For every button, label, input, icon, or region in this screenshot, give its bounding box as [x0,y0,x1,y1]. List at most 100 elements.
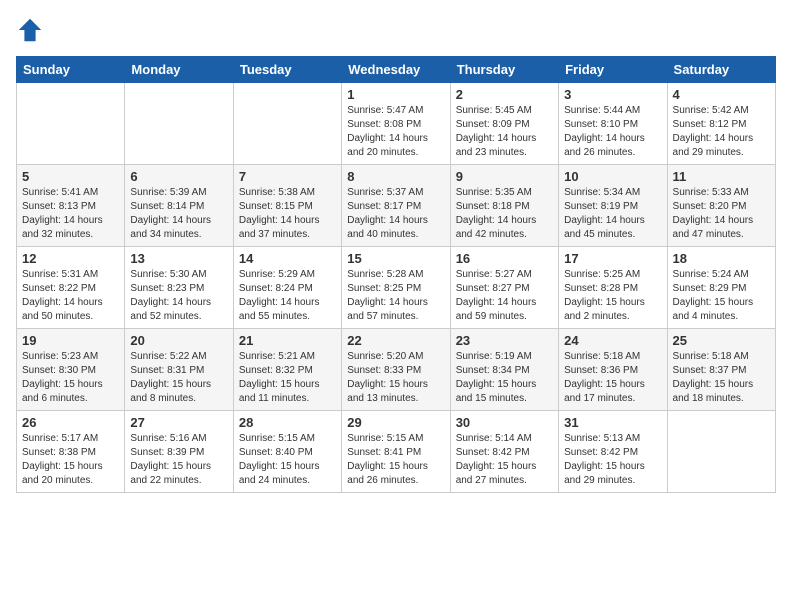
day-info: Sunrise: 5:20 AM Sunset: 8:33 PM Dayligh… [347,350,444,406]
day-number: 2 [456,87,553,102]
day-info: Sunrise: 5:47 AM Sunset: 8:08 PM Dayligh… [347,104,444,160]
day-cell: 3 Sunrise: 5:44 AM Sunset: 8:10 PM Daylig… [559,83,667,165]
day-cell: 26 Sunrise: 5:17 AM Sunset: 8:38 PM Dayli… [17,411,125,493]
day-info: Sunrise: 5:17 AM Sunset: 8:38 PM Dayligh… [22,432,119,488]
weekday-header-tuesday: Tuesday [233,57,341,83]
weekday-header-saturday: Saturday [667,57,775,83]
day-number: 16 [456,251,553,266]
day-cell: 8 Sunrise: 5:37 AM Sunset: 8:17 PM Daylig… [342,165,450,247]
day-cell: 14Sunrise: 5:29 AM Sunset: 8:24 PM Dayli… [233,247,341,329]
day-info: Sunrise: 5:19 AM Sunset: 8:34 PM Dayligh… [456,350,553,406]
day-cell: 30 Sunrise: 5:14 AM Sunset: 8:42 PM Dayli… [450,411,558,493]
day-number: 4 [673,87,770,102]
day-number: 15 [347,251,444,266]
day-info: Sunrise: 5:16 AM Sunset: 8:39 PM Dayligh… [130,432,227,488]
week-row-5: 26 Sunrise: 5:17 AM Sunset: 8:38 PM Dayli… [17,411,776,493]
day-info: Sunrise: 5:38 AM Sunset: 8:15 PM Dayligh… [239,186,336,242]
weekday-header-wednesday: Wednesday [342,57,450,83]
day-info: Sunrise: 5:18 AM Sunset: 8:37 PM Dayligh… [673,350,770,406]
day-number: 29 [347,415,444,430]
day-cell: 24 Sunrise: 5:18 AM Sunset: 8:36 PM Dayli… [559,329,667,411]
day-number: 12 [22,251,119,266]
calendar-header [16,16,776,44]
day-number: 7 [239,169,336,184]
day-cell: 12 Sunrise: 5:31 AM Sunset: 8:22 PM Dayli… [17,247,125,329]
day-number: 14 [239,251,336,266]
day-number: 22 [347,333,444,348]
day-cell: 15 Sunrise: 5:28 AM Sunset: 8:25 PM Dayli… [342,247,450,329]
week-row-3: 12 Sunrise: 5:31 AM Sunset: 8:22 PM Dayli… [17,247,776,329]
day-number: 24 [564,333,661,348]
day-info: Sunrise: 5:33 AM Sunset: 8:20 PM Dayligh… [673,186,770,242]
weekday-header-monday: Monday [125,57,233,83]
day-cell: 28 Sunrise: 5:15 AM Sunset: 8:40 PM Dayli… [233,411,341,493]
day-info: Sunrise: 5:21 AM Sunset: 8:32 PM Dayligh… [239,350,336,406]
day-cell: 19 Sunrise: 5:23 AM Sunset: 8:30 PM Dayli… [17,329,125,411]
day-number: 20 [130,333,227,348]
day-info: Sunrise: 5:37 AM Sunset: 8:17 PM Dayligh… [347,186,444,242]
day-cell: 7 Sunrise: 5:38 AM Sunset: 8:15 PM Daylig… [233,165,341,247]
day-number: 30 [456,415,553,430]
weekday-header-thursday: Thursday [450,57,558,83]
day-cell: 23 Sunrise: 5:19 AM Sunset: 8:34 PM Dayli… [450,329,558,411]
day-number: 3 [564,87,661,102]
day-info: Sunrise: 5:27 AM Sunset: 8:27 PM Dayligh… [456,268,553,324]
day-cell: 10Sunrise: 5:34 AM Sunset: 8:19 PM Dayli… [559,165,667,247]
day-number: 9 [456,169,553,184]
week-row-1: 1 Sunrise: 5:47 AM Sunset: 8:08 PM Daylig… [17,83,776,165]
day-cell: 5 Sunrise: 5:41 AM Sunset: 8:13 PM Daylig… [17,165,125,247]
day-cell [17,83,125,165]
day-cell: 17 Sunrise: 5:25 AM Sunset: 8:28 PM Dayli… [559,247,667,329]
day-info: Sunrise: 5:30 AM Sunset: 8:23 PM Dayligh… [130,268,227,324]
day-info: Sunrise: 5:18 AM Sunset: 8:36 PM Dayligh… [564,350,661,406]
day-number: 11 [673,169,770,184]
day-number: 31 [564,415,661,430]
day-cell: 18Sunrise: 5:24 AM Sunset: 8:29 PM Dayli… [667,247,775,329]
day-cell: 1 Sunrise: 5:47 AM Sunset: 8:08 PM Daylig… [342,83,450,165]
logo-icon [16,16,44,44]
day-cell: 21Sunrise: 5:21 AM Sunset: 8:32 PM Dayli… [233,329,341,411]
day-info: Sunrise: 5:34 AM Sunset: 8:19 PM Dayligh… [564,186,661,242]
day-cell: 4 Sunrise: 5:42 AM Sunset: 8:12 PM Daylig… [667,83,775,165]
weekday-header-sunday: Sunday [17,57,125,83]
day-info: Sunrise: 5:23 AM Sunset: 8:30 PM Dayligh… [22,350,119,406]
day-info: Sunrise: 5:15 AM Sunset: 8:41 PM Dayligh… [347,432,444,488]
day-cell: 2Sunrise: 5:45 AM Sunset: 8:09 PM Daylig… [450,83,558,165]
day-number: 27 [130,415,227,430]
day-cell: 13Sunrise: 5:30 AM Sunset: 8:23 PM Dayli… [125,247,233,329]
calendar-container: SundayMondayTuesdayWednesdayThursdayFrid… [0,0,792,501]
day-cell: 6Sunrise: 5:39 AM Sunset: 8:14 PM Daylig… [125,165,233,247]
day-number: 5 [22,169,119,184]
day-cell [667,411,775,493]
day-cell [125,83,233,165]
day-info: Sunrise: 5:14 AM Sunset: 8:42 PM Dayligh… [456,432,553,488]
day-cell: 25 Sunrise: 5:18 AM Sunset: 8:37 PM Dayli… [667,329,775,411]
day-number: 17 [564,251,661,266]
day-number: 19 [22,333,119,348]
day-number: 1 [347,87,444,102]
day-number: 25 [673,333,770,348]
day-info: Sunrise: 5:44 AM Sunset: 8:10 PM Dayligh… [564,104,661,160]
day-cell: 20Sunrise: 5:22 AM Sunset: 8:31 PM Dayli… [125,329,233,411]
day-number: 26 [22,415,119,430]
day-info: Sunrise: 5:42 AM Sunset: 8:12 PM Dayligh… [673,104,770,160]
day-info: Sunrise: 5:15 AM Sunset: 8:40 PM Dayligh… [239,432,336,488]
day-number: 28 [239,415,336,430]
day-number: 18 [673,251,770,266]
day-info: Sunrise: 5:25 AM Sunset: 8:28 PM Dayligh… [564,268,661,324]
day-number: 8 [347,169,444,184]
day-info: Sunrise: 5:31 AM Sunset: 8:22 PM Dayligh… [22,268,119,324]
day-cell: 9 Sunrise: 5:35 AM Sunset: 8:18 PM Daylig… [450,165,558,247]
day-cell: 29 Sunrise: 5:15 AM Sunset: 8:41 PM Dayli… [342,411,450,493]
day-cell: 16 Sunrise: 5:27 AM Sunset: 8:27 PM Dayli… [450,247,558,329]
day-info: Sunrise: 5:39 AM Sunset: 8:14 PM Dayligh… [130,186,227,242]
day-cell: 27 Sunrise: 5:16 AM Sunset: 8:39 PM Dayli… [125,411,233,493]
weekday-header-friday: Friday [559,57,667,83]
week-row-2: 5 Sunrise: 5:41 AM Sunset: 8:13 PM Daylig… [17,165,776,247]
day-info: Sunrise: 5:13 AM Sunset: 8:42 PM Dayligh… [564,432,661,488]
day-info: Sunrise: 5:41 AM Sunset: 8:13 PM Dayligh… [22,186,119,242]
day-cell: 22 Sunrise: 5:20 AM Sunset: 8:33 PM Dayli… [342,329,450,411]
day-info: Sunrise: 5:35 AM Sunset: 8:18 PM Dayligh… [456,186,553,242]
day-info: Sunrise: 5:28 AM Sunset: 8:25 PM Dayligh… [347,268,444,324]
day-number: 23 [456,333,553,348]
